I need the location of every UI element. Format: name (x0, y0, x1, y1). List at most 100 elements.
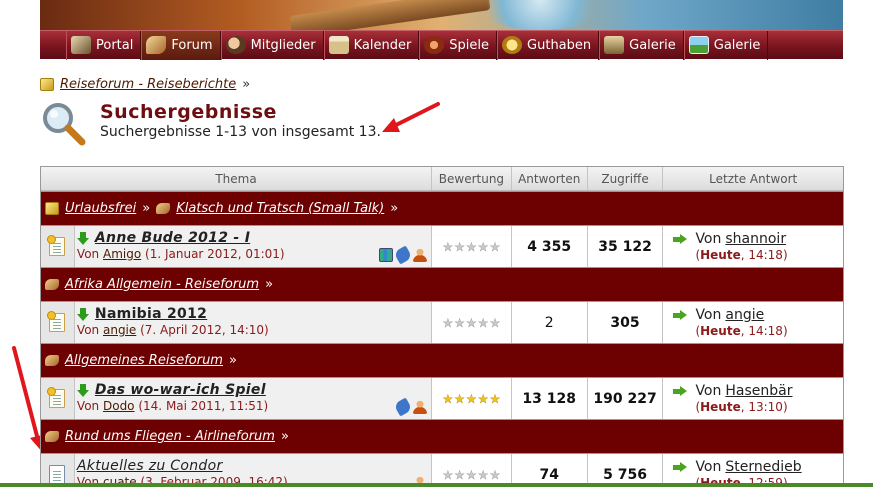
nav-item-members[interactable]: Mitglieder (220, 30, 324, 60)
category-link[interactable]: Urlaubsfrei (65, 201, 136, 216)
category-row: Allgemeines Reiseforum » (41, 343, 843, 377)
last-user-link[interactable]: Hasenbär (725, 383, 792, 399)
author-link[interactable]: angie (103, 323, 136, 337)
nav-item-gallery-2[interactable]: Galerie (683, 30, 769, 60)
last-reply-day: Heute (700, 324, 741, 338)
page-bottom-border (0, 483, 873, 487)
nav-label: Portal (96, 37, 134, 53)
nav-label: Spiele (449, 37, 490, 53)
last-reply-clock: , 14:18) (740, 248, 788, 262)
annotation-arrow-icon (382, 102, 440, 132)
stats-icon (379, 248, 394, 262)
games-icon (424, 36, 445, 54)
portal-icon (71, 36, 91, 54)
by-label: Von (76, 247, 100, 261)
goto-last-post-icon[interactable] (673, 309, 688, 321)
goto-first-new-icon[interactable] (76, 231, 89, 245)
by-label: Von (695, 307, 722, 323)
magnifier-icon (43, 103, 86, 146)
nav-label: Kalender (353, 37, 412, 53)
nav-item-credit[interactable]: Guthaben (497, 30, 600, 60)
last-user-link[interactable]: Sternedieb (725, 459, 801, 475)
table-row: Das wo-war-ich Spiel Von Dodo (14. Mai 2… (41, 377, 843, 419)
goto-first-new-icon[interactable] (76, 307, 89, 321)
last-reply-clock: , 14:18) (740, 324, 788, 338)
by-label: Von (695, 231, 722, 247)
topic-title-link[interactable]: Das wo-war-ich Spiel (95, 382, 266, 398)
topic-cell: Das wo-war-ich Spiel Von Dodo (14. Mai 2… (74, 378, 433, 419)
star-filled-icon: ★ (442, 391, 454, 406)
forum-icon (45, 431, 59, 442)
goto-last-post-icon[interactable] (673, 461, 688, 473)
column-answers[interactable]: Antworten (512, 167, 588, 190)
star-filled-icon: ★ (477, 391, 489, 406)
gold-box-icon (40, 78, 54, 91)
category-link[interactable]: Rund ums Fliegen - Airlineforum (65, 429, 275, 444)
nav-item-portal[interactable]: Portal (66, 30, 142, 60)
nav-item-games[interactable]: Spiele (419, 30, 498, 60)
page-title: Suchergebnisse (100, 101, 277, 123)
last-user-link[interactable]: shannoir (725, 231, 786, 247)
forum-icon (45, 355, 59, 366)
goto-last-post-icon[interactable] (673, 233, 688, 245)
star-empty-icon: ★ (454, 239, 466, 254)
nav-label: Guthaben (527, 37, 592, 53)
forum-icon (146, 36, 167, 54)
goto-first-new-icon[interactable] (76, 383, 89, 397)
last-reply-clock: , 13:10) (740, 400, 788, 414)
topic-author-line: Von Amigo (1. Januar 2012, 01:01) (77, 247, 431, 261)
goto-last-post-icon[interactable] (673, 385, 688, 397)
category-link[interactable]: Allgemeines Reiseforum (65, 353, 223, 368)
last-reply-day: Heute (700, 248, 741, 262)
star-empty-icon: ★ (442, 315, 454, 330)
category-link[interactable]: Klatsch und Tratsch (Small Talk) (176, 201, 384, 216)
last-reply-time: (Heute, 14:18) (695, 324, 788, 338)
rating-stars: ★ ★ ★ ★ ★ (442, 467, 500, 482)
star-empty-icon: ★ (489, 315, 501, 330)
topic-date: (7. April 2012, 14:10) (140, 323, 269, 337)
nav-item-forum[interactable]: Forum (141, 30, 221, 60)
column-hits[interactable]: Zugriffe (588, 167, 664, 190)
breadcrumb-link[interactable]: Reiseforum - Reiseberichte (60, 77, 236, 92)
author-link[interactable]: Dodo (103, 399, 135, 413)
search-results-table: Thema Bewertung Antworten Zugriffe Letzt… (40, 166, 844, 487)
nav-item-calendar[interactable]: Kalender (323, 30, 420, 60)
new-thread-icon (47, 311, 66, 332)
topic-title-link[interactable]: Anne Bude 2012 - I (95, 230, 250, 246)
author-link[interactable]: Amigo (103, 247, 141, 261)
star-empty-icon: ★ (489, 239, 501, 254)
last-reply-day: Heute (700, 400, 741, 414)
star-empty-icon: ★ (442, 239, 454, 254)
breadcrumb: Reiseforum - Reiseberichte » (40, 77, 250, 92)
forum-icon (156, 203, 171, 214)
topic-title-link[interactable]: Namibia 2012 (95, 306, 207, 322)
category-row: Urlaubsfrei » Klatsch und Tratsch (Small… (41, 191, 843, 225)
topic-title-link[interactable]: Aktuelles zu Condor (77, 458, 223, 474)
category-separator: » (280, 429, 289, 444)
by-label: Von (76, 399, 100, 413)
column-thema[interactable]: Thema (41, 167, 433, 190)
star-empty-icon: ★ (477, 467, 489, 482)
topic-date: (1. Januar 2012, 01:01) (145, 247, 285, 261)
answers-count: 13 128 (512, 378, 588, 419)
rating-stars: ★ ★ ★ ★ ★ (442, 239, 501, 254)
last-user-link[interactable]: angie (725, 307, 764, 323)
nav-item-gallery[interactable]: Galerie (599, 30, 684, 60)
last-reply-cell: Von shannoir (Heute, 14:18) (663, 226, 843, 267)
answers-count: 2 (512, 302, 588, 343)
topic-status-cell (41, 226, 75, 267)
last-reply-time: (Heute, 14:18) (695, 248, 788, 262)
column-rating[interactable]: Bewertung (432, 167, 512, 190)
topic-cell: Namibia 2012 Von angie (7. April 2012, 1… (74, 302, 433, 343)
nav-label: Mitglieder (250, 37, 316, 53)
results-count: Suchergebnisse 1-13 von insgesamt 13. (100, 124, 381, 140)
column-last-reply[interactable]: Letzte Antwort (663, 167, 843, 190)
rating-stars: ★ ★ ★ ★ ★ (442, 391, 500, 406)
topic-date: (14. Mai 2011, 11:51) (138, 399, 269, 413)
category-link[interactable]: Afrika Allgemein - Reiseforum (65, 277, 259, 292)
category-row: Afrika Allgemein - Reiseforum » (41, 267, 843, 301)
star-empty-icon: ★ (466, 315, 477, 330)
star-filled-icon: ★ (454, 391, 466, 406)
gallery-icon (604, 36, 625, 54)
last-reply-cell: Von Hasenbär (Heute, 13:10) (663, 378, 843, 419)
